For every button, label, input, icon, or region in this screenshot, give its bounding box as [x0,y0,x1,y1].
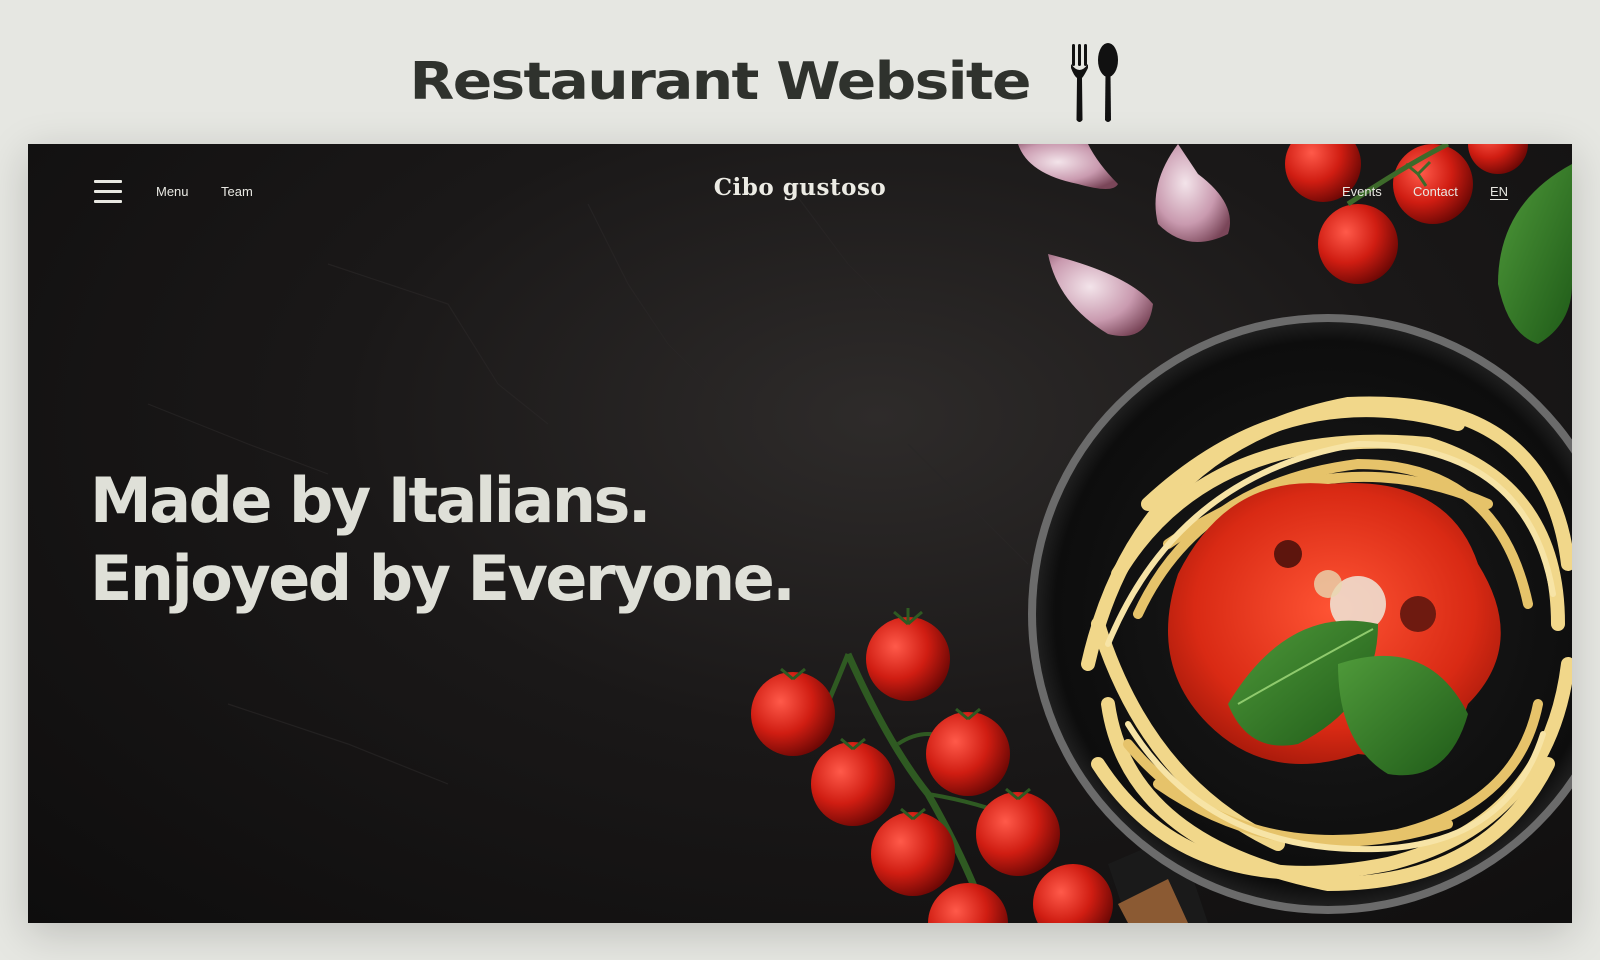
brand-logo-text[interactable]: Cibo gustoso [714,174,886,201]
hero-headline-line-2: Enjoyed by Everyone. [90,542,796,615]
language-switcher[interactable]: EN [1490,184,1508,199]
hero-headline: Made by Italians. Enjoyed by Everyone. [90,462,796,618]
fork-and-spoon-icon [1070,43,1118,122]
nav-link-contact[interactable]: Contact [1413,184,1458,199]
presentation-title-text: Restaurant Website [409,52,1032,112]
presentation-title: Restaurant Website [0,40,1600,124]
hero-headline-line-1: Made by Italians. [90,464,651,537]
nav-link-menu[interactable]: Menu [156,184,189,199]
nav-link-team[interactable]: Team [221,184,253,199]
brand-logo: Cibo gustoso [28,174,1572,201]
nav-link-events[interactable]: Events [1342,184,1382,199]
site-navigation: Menu Team Cibo gustoso Events Contact EN [28,144,1572,240]
website-hero-frame: Menu Team Cibo gustoso Events Contact EN… [28,144,1572,923]
hamburger-menu-icon[interactable] [94,180,122,204]
